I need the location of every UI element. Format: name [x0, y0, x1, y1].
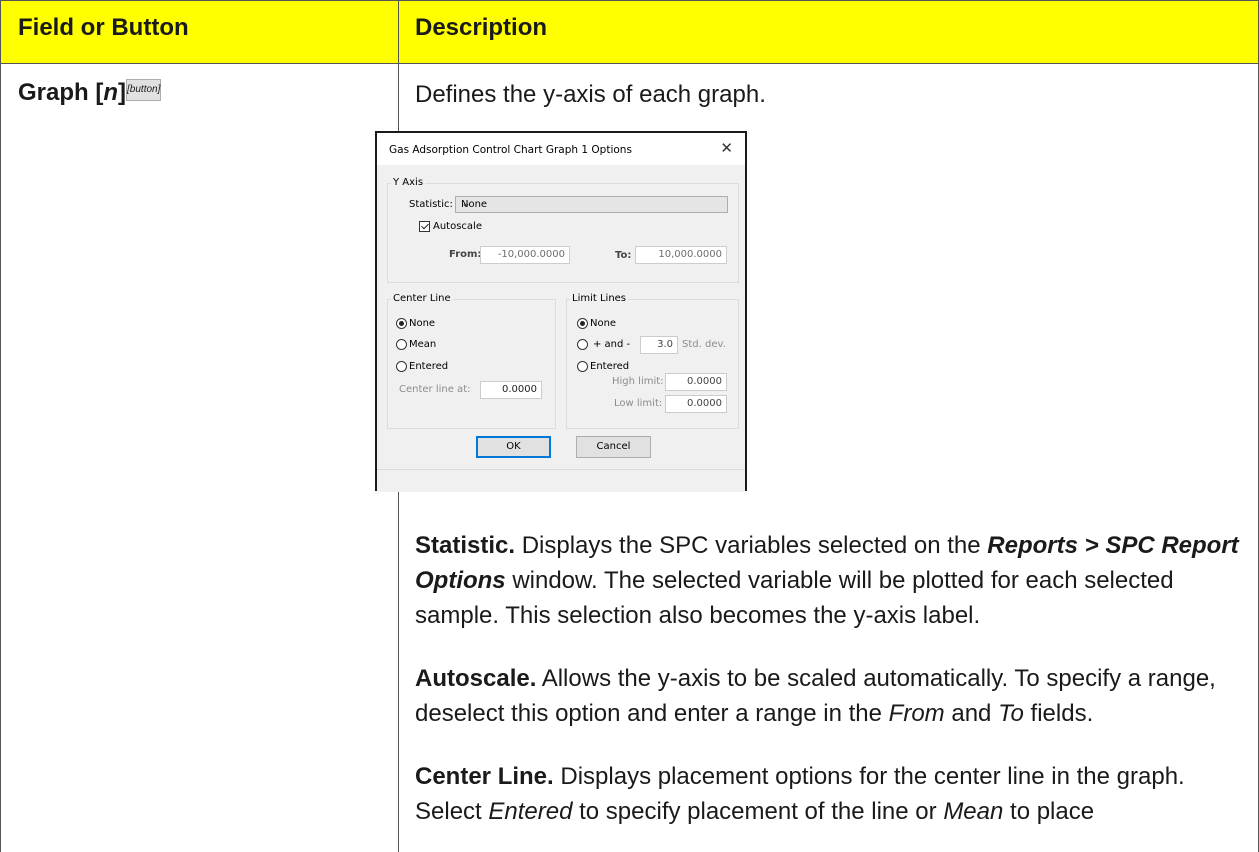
center-at-input[interactable]: 0.0000	[480, 381, 542, 399]
autoscale-label: Autoscale	[433, 221, 482, 232]
limit-plusminus-label: + and -	[593, 339, 631, 350]
field-name-close: ]	[118, 79, 127, 106]
std-dev-input[interactable]: 3.0	[640, 336, 678, 354]
description-intro: Defines the y-axis of each graph.	[415, 81, 766, 108]
center-mean-label: Mean	[409, 339, 437, 350]
autoscale-text-2: fields.	[1023, 700, 1094, 727]
field-variable: n	[103, 79, 119, 106]
statistic-dropdown[interactable]: None ⌄	[455, 196, 728, 213]
field-name-cell: Graph [n] [button]	[18, 79, 162, 107]
statistic-text-2: window. The selected variable will be pl…	[415, 567, 1174, 629]
dialog-body: Y Axis Statistic: None ⌄ Autoscale From:…	[377, 165, 745, 469]
center-mean-radio[interactable]	[396, 339, 407, 350]
limit-none-radio[interactable]	[577, 318, 588, 329]
center-at-label: Center line at:	[399, 384, 471, 395]
limit-plusminus-radio[interactable]	[577, 339, 588, 350]
high-limit-input[interactable]: 0.0000	[665, 373, 727, 391]
to-input[interactable]: 10,000.0000	[635, 246, 727, 264]
graph-options-dialog: Gas Adsorption Control Chart Graph 1 Opt…	[375, 131, 747, 492]
limit-lines-group-label: Limit Lines	[570, 293, 629, 304]
to-label: To:	[615, 250, 632, 261]
table-border-left	[0, 0, 1, 852]
std-dev-label: Std. dev.	[682, 339, 726, 350]
field-description-table: Field or Button Description Graph [n] [b…	[0, 0, 1259, 852]
center-line-group-label: Center Line	[391, 293, 453, 304]
center-none-label: None	[409, 318, 436, 329]
statistic-paragraph: Statistic. Displays the SPC variables se…	[415, 528, 1245, 633]
chevron-down-icon: ⌄	[461, 196, 472, 210]
entered-ref: Entered	[488, 798, 573, 825]
dialog-title: Gas Adsorption Control Chart Graph 1 Opt…	[389, 144, 632, 156]
limit-none-label: None	[590, 318, 617, 329]
autoscale-and: and	[944, 700, 999, 727]
center-entered-radio[interactable]	[396, 361, 407, 372]
statistic-label: Statistic:	[409, 199, 453, 210]
statistic-text-1: Displays the SPC variables selected on t…	[515, 532, 988, 559]
to-field-ref: To	[998, 700, 1024, 727]
low-limit-input[interactable]: 0.0000	[665, 395, 727, 413]
from-field-ref: From	[888, 700, 945, 727]
autoscale-paragraph: Autoscale. Allows the y-axis to be scale…	[415, 661, 1245, 731]
autoscale-term: Autoscale.	[415, 665, 537, 692]
center-text-2: to specify placement of the line or	[572, 798, 944, 825]
autoscale-checkbox[interactable]	[419, 221, 430, 232]
from-input[interactable]: -10,000.0000	[480, 246, 570, 264]
ok-button[interactable]: OK	[476, 436, 551, 458]
autoscale-text-1: Allows the y-axis to be scaled automatic…	[415, 665, 1216, 727]
high-limit-label: High limit:	[612, 376, 664, 387]
table-header-divider	[0, 63, 1259, 64]
header-description: Description	[415, 14, 548, 41]
close-icon[interactable]: ✕	[720, 139, 733, 157]
table-border-top	[0, 0, 1259, 1]
field-name: Graph [	[18, 79, 104, 106]
from-label: From:	[449, 249, 482, 260]
limit-entered-radio[interactable]	[577, 361, 588, 372]
dialog-status-strip	[377, 469, 745, 492]
field-type: [button]	[126, 79, 162, 101]
limit-entered-label: Entered	[590, 361, 630, 372]
low-limit-label: Low limit:	[614, 398, 663, 409]
y-axis-group-label: Y Axis	[391, 177, 426, 188]
header-field-or-button: Field or Button	[18, 14, 189, 41]
center-line-paragraph: Center Line. Displays placement options …	[415, 759, 1245, 829]
center-text-3: to place	[1003, 798, 1095, 825]
center-none-radio[interactable]	[396, 318, 407, 329]
statistic-term: Statistic.	[415, 532, 516, 559]
center-entered-label: Entered	[409, 361, 449, 372]
center-line-term: Center Line.	[415, 763, 554, 790]
cancel-button[interactable]: Cancel	[576, 436, 651, 458]
mean-ref: Mean	[943, 798, 1004, 825]
